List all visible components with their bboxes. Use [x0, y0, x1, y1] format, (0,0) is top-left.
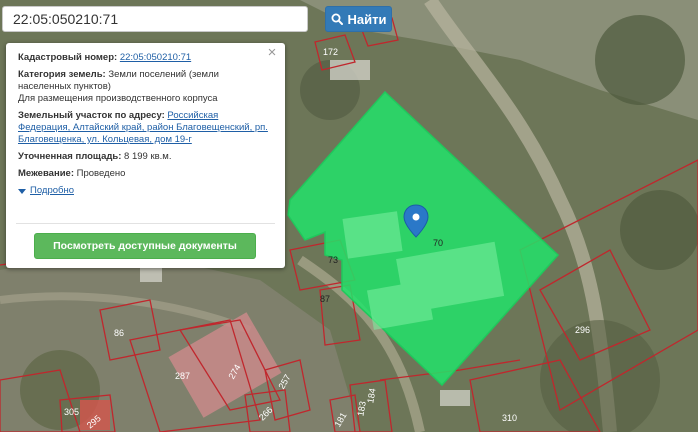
area-value: 8 199 кв.м. [124, 151, 172, 162]
svg-text:172: 172 [323, 47, 338, 57]
popup-divider [16, 223, 275, 224]
view-documents-button[interactable]: Посмотреть доступные документы [34, 233, 256, 259]
survey-label: Межевание: [18, 168, 74, 179]
details-toggle[interactable]: Подробно [18, 185, 273, 197]
svg-text:310: 310 [502, 413, 517, 423]
svg-text:87: 87 [320, 294, 330, 304]
search-button-label: Найти [347, 11, 387, 27]
plot-label-70: 70 [433, 238, 443, 248]
area-label: Уточненная площадь: [18, 151, 122, 162]
survey-row: Межевание: Проведено [18, 168, 273, 180]
search-button[interactable]: Найти [325, 6, 392, 32]
cadastral-number-label: Кадастровый номер: [18, 52, 118, 63]
land-usage-value: Для размещения производственного корпуса [18, 93, 218, 104]
address-label: Земельный участок по адресу: [18, 110, 165, 121]
plot-info-popup: × Кадастровый номер: 22:05:050210:71 Кат… [6, 43, 285, 268]
details-link[interactable]: Подробно [30, 185, 74, 197]
map-view[interactable]: 70 172 73 87 86 296 287 274 257 266 184 … [0, 0, 698, 432]
svg-text:287: 287 [175, 371, 190, 381]
land-category-label: Категория земель: [18, 69, 106, 80]
svg-text:305: 305 [64, 407, 79, 417]
address-row: Земельный участок по адресу: Российская … [18, 110, 273, 146]
svg-text:296: 296 [575, 325, 590, 335]
area-row: Уточненная площадь: 8 199 кв.м. [18, 151, 273, 163]
cadastral-search-input[interactable] [2, 6, 308, 32]
search-icon [331, 13, 343, 25]
caret-down-icon [18, 188, 26, 194]
cadastral-number-row: Кадастровый номер: 22:05:050210:71 [18, 52, 273, 64]
close-icon[interactable]: × [265, 45, 279, 60]
cadastral-number-link[interactable]: 22:05:050210:71 [120, 52, 191, 63]
survey-value: Проведено [76, 168, 126, 179]
svg-text:86: 86 [114, 328, 124, 338]
land-category-row: Категория земель: Земли поселений (земли… [18, 69, 273, 105]
svg-text:73: 73 [328, 255, 338, 265]
